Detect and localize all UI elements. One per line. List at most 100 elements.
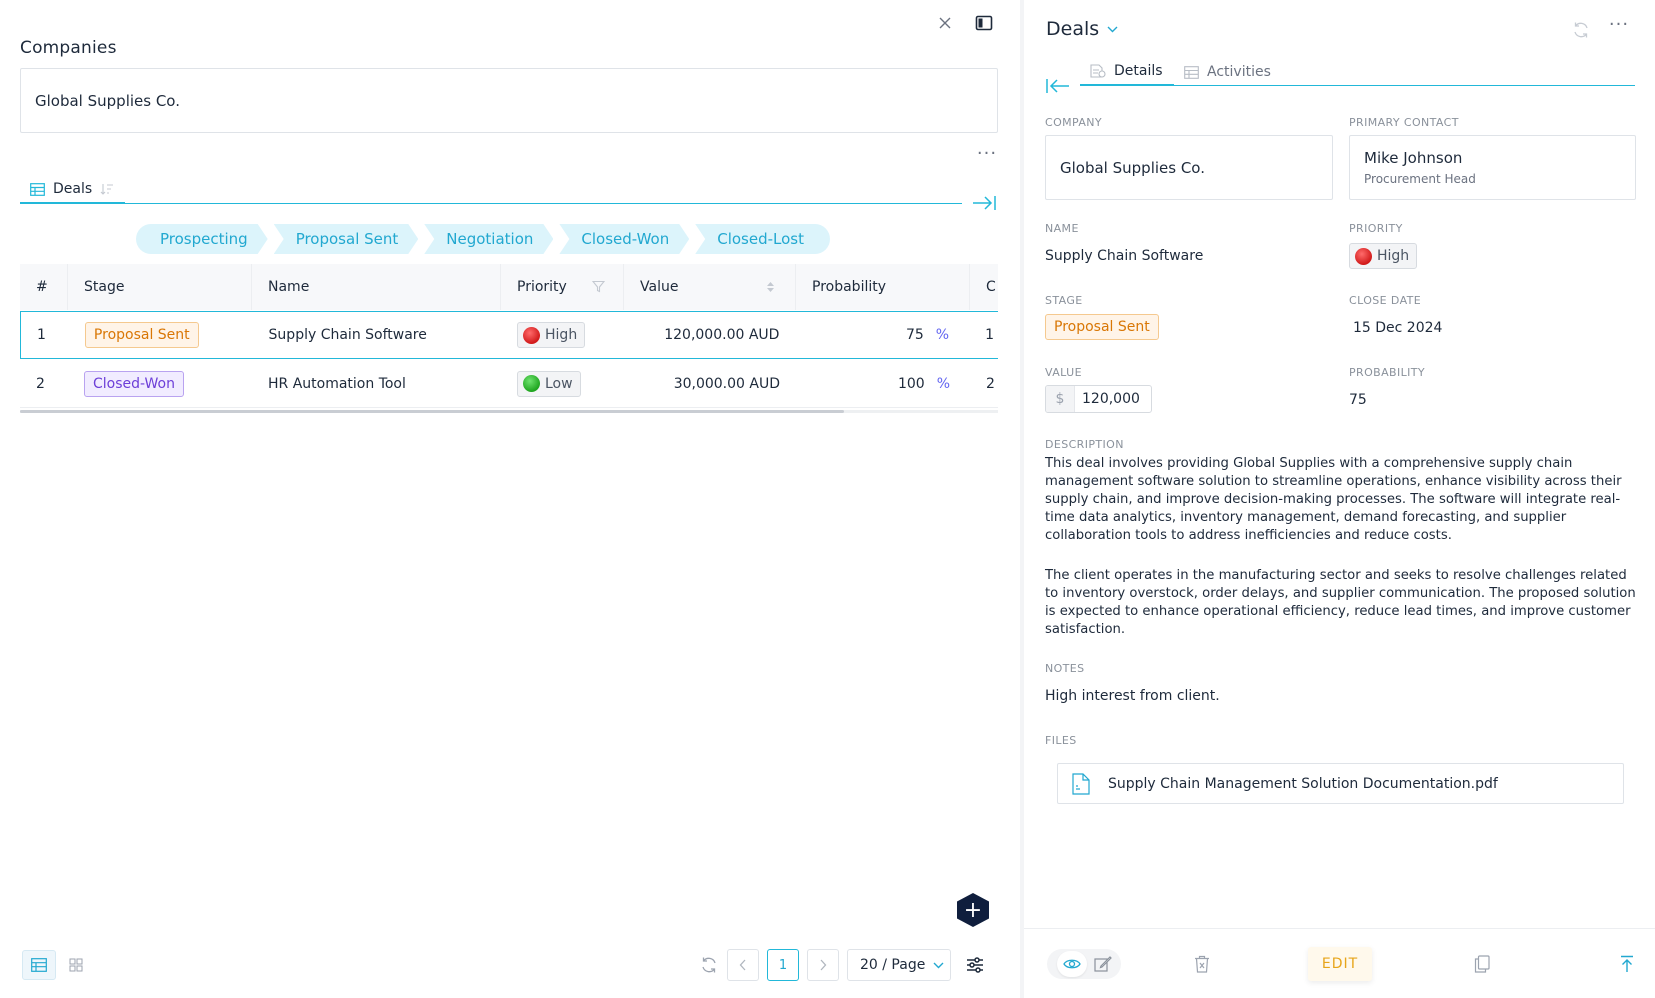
scrollbar-thumb[interactable]: [20, 410, 844, 413]
description-label: DESCRIPTION: [1045, 438, 1124, 451]
tab-activities-label: Activities: [1207, 64, 1271, 80]
collapse-panel-icon[interactable]: [1044, 76, 1072, 96]
stage-pipeline: Prospecting Proposal Sent Negotiation Cl…: [136, 224, 836, 254]
row-index: 2: [36, 375, 45, 392]
col-probability[interactable]: Probability: [796, 264, 970, 310]
priority-label: Low: [545, 375, 573, 392]
filter-icon[interactable]: [592, 280, 605, 293]
panel-title[interactable]: Deals: [1046, 18, 1118, 40]
row-extra: 2: [986, 375, 995, 392]
table-row[interactable]: 2 Closed-Won HR Automation Tool Low 30,0…: [20, 360, 998, 408]
contact-name: Mike Johnson: [1364, 149, 1463, 167]
chevron-down-icon: [1107, 26, 1118, 33]
scroll-top-icon[interactable]: [1615, 952, 1639, 976]
row-name: HR Automation Tool: [268, 375, 406, 392]
description-paragraph: This deal involves providing Global Supp…: [1045, 456, 1622, 543]
prev-page-button[interactable]: [727, 949, 759, 981]
tab-deals-label: Deals: [53, 181, 93, 197]
row-index: 1: [37, 327, 46, 343]
table-view-icon[interactable]: [22, 950, 56, 980]
pdf-file-icon: [1072, 772, 1090, 795]
row-name: Supply Chain Software: [268, 327, 427, 343]
grid-view-icon[interactable]: [64, 950, 88, 980]
sidebar-toggle-icon[interactable]: [973, 12, 995, 34]
next-page-button[interactable]: [807, 949, 839, 981]
companies-panel: Companies Global Supplies Co. ··· Deals …: [0, 0, 1020, 998]
tab-details[interactable]: Details: [1080, 58, 1174, 86]
edit-button[interactable]: EDIT: [1308, 947, 1372, 981]
row-probability: 75: [905, 327, 924, 343]
tab-deals[interactable]: Deals: [20, 176, 125, 204]
stage-closed-lost[interactable]: Closed-Lost: [695, 224, 830, 254]
percent-sign: %: [935, 327, 950, 343]
notes-value: High interest from client.: [1045, 688, 1220, 704]
value-field: $ 120,000: [1045, 385, 1152, 413]
close-date-value: 15 Dec 2024: [1353, 320, 1443, 336]
settings-icon[interactable]: [964, 954, 986, 976]
deals-table: # Stage Name Priority Value Probability …: [20, 264, 998, 414]
priority-low-icon: [523, 375, 540, 392]
sort-icon[interactable]: [766, 281, 775, 293]
close-icon[interactable]: [934, 12, 956, 34]
priority-value: High: [1377, 248, 1410, 264]
expand-panel-icon[interactable]: [970, 192, 998, 214]
col-priority-label: Priority: [517, 279, 567, 295]
priority-high-icon: [523, 326, 541, 344]
col-value[interactable]: Value: [624, 264, 796, 310]
deal-detail-panel: Deals ··· Details Activities COMPANY PRI…: [1024, 0, 1655, 998]
col-priority[interactable]: Priority: [501, 264, 624, 310]
edit-icon[interactable]: [1093, 956, 1112, 972]
list-footer: 1 20 / Page: [0, 938, 1020, 998]
deal-name: Supply Chain Software: [1045, 248, 1204, 264]
section-title: Companies: [20, 38, 117, 58]
horizontal-scrollbar[interactable]: [20, 410, 998, 413]
company-name-field[interactable]: Global Supplies Co.: [20, 68, 998, 133]
current-page-button[interactable]: 1: [767, 949, 799, 981]
page-size-label: 20 / Page: [860, 957, 926, 973]
trash-icon[interactable]: [1190, 952, 1214, 976]
priority-high-icon: [1355, 247, 1372, 265]
copy-icon[interactable]: [1470, 952, 1494, 976]
currency-prefix: $: [1046, 386, 1075, 412]
refresh-icon[interactable]: [1570, 19, 1592, 41]
stage-prospecting[interactable]: Prospecting: [136, 224, 268, 254]
col-stage[interactable]: Stage: [68, 264, 252, 310]
table-header: # Stage Name Priority Value Probability …: [20, 264, 998, 310]
probability-label: PROBABILITY: [1349, 366, 1426, 379]
sort-icon[interactable]: [100, 183, 114, 195]
stage-negotiation[interactable]: Negotiation: [424, 224, 553, 254]
chevron-down-icon: [933, 962, 944, 969]
eye-icon[interactable]: [1056, 951, 1087, 977]
more-icon[interactable]: ···: [976, 145, 998, 168]
priority-label: PRIORITY: [1349, 222, 1403, 235]
priority-badge: High: [517, 322, 586, 348]
priority-badge: High: [1349, 243, 1418, 269]
row-probability: 100: [897, 375, 925, 392]
more-icon[interactable]: ···: [1606, 16, 1632, 40]
contact-card[interactable]: Mike Johnson Procurement Head: [1349, 135, 1636, 200]
col-extra[interactable]: C: [970, 264, 998, 310]
refresh-icon[interactable]: [698, 954, 720, 976]
files-label: FILES: [1045, 734, 1077, 747]
tab-activities[interactable]: Activities: [1184, 58, 1271, 86]
stage-proposal-sent[interactable]: Proposal Sent: [274, 224, 419, 254]
primary-contact-label: PRIMARY CONTACT: [1349, 116, 1459, 129]
notes-label: NOTES: [1045, 662, 1085, 675]
panel-title-label: Deals: [1046, 18, 1100, 40]
probability-value: 75: [1349, 392, 1367, 408]
company-card[interactable]: Global Supplies Co.: [1045, 135, 1333, 200]
stage-closed-won[interactable]: Closed-Won: [559, 224, 689, 254]
col-index[interactable]: #: [20, 264, 68, 310]
file-name: Supply Chain Management Solution Documen…: [1108, 775, 1498, 792]
add-deal-button[interactable]: +: [957, 893, 989, 927]
file-attachment[interactable]: Supply Chain Management Solution Documen…: [1057, 763, 1624, 804]
page-size-select[interactable]: 20 / Page: [847, 949, 951, 981]
close-date-label: CLOSE DATE: [1349, 294, 1422, 307]
table-icon: [30, 182, 45, 196]
details-icon: [1090, 64, 1106, 78]
table-row[interactable]: 1 Proposal Sent Supply Chain Software Hi…: [20, 311, 998, 359]
description-text: This deal involves providing Global Supp…: [1045, 455, 1637, 661]
contact-role: Procurement Head: [1364, 172, 1476, 186]
priority-label: High: [545, 327, 578, 343]
col-name[interactable]: Name: [252, 264, 501, 310]
